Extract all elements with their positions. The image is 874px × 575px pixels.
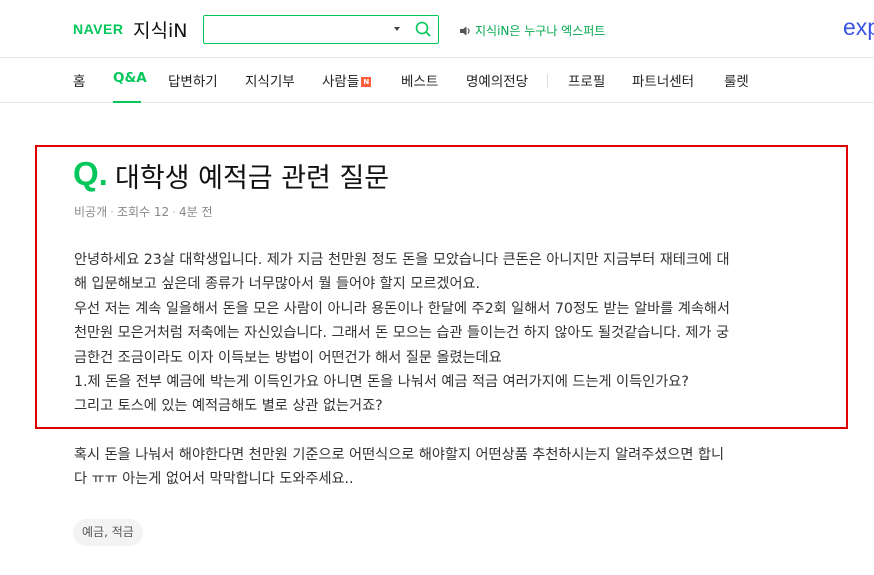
body-line: 그리고 토스에 있는 예적금해도 별로 상관 없는거죠?	[74, 398, 383, 415]
nav-divider	[547, 74, 548, 88]
notice-text: 지식iN은 누구나 엑스퍼트	[475, 24, 606, 38]
body-line: 천만원 모은거처럼 저축에는 자신있습니다. 그래서 돈 모으는 습관 들이는건…	[74, 325, 730, 342]
search-icon[interactable]	[413, 19, 433, 39]
nav-people-label: 사람들	[322, 74, 360, 90]
question-title: 대학생 예적금 관련 질문	[115, 163, 390, 194]
naver-logo[interactable]: NAVER	[73, 21, 123, 37]
nav-profile[interactable]: 프로필	[568, 70, 605, 90]
body-line: 우선 저는 계속 일을해서 돈을 모은 사람이 아니라 용돈이나 한달에 주2회…	[74, 300, 730, 317]
view-count: 조회수 12	[116, 205, 170, 219]
nav-best[interactable]: 베스트	[401, 70, 438, 90]
search-box	[203, 15, 439, 44]
nav-answer[interactable]: 답변하기	[168, 70, 218, 90]
question-meta: 비공개 · 조회수 12 · 4분 전	[74, 205, 213, 219]
nav-home[interactable]: 홈	[73, 70, 85, 90]
question-body-extra: 혹시 돈을 나눠서 해야한다면 천만원 기준으로 어떤식으로 해야할지 어떤상품…	[74, 443, 819, 492]
jisikin-logo[interactable]: 지식iN	[133, 16, 187, 43]
nav-active-indicator	[113, 101, 141, 103]
expert-logo[interactable]: exp	[843, 14, 874, 41]
body-line: 1.제 돈을 전부 예금에 박는게 이득인가요 아니면 돈을 나눠서 예금 적금…	[74, 374, 689, 391]
post-time: 4분 전	[179, 205, 213, 219]
nav-hall-of-fame[interactable]: 명예의전당	[466, 70, 528, 90]
body-line: 혹시 돈을 나눠서 해야한다면 천만원 기준으로 어떤식으로 해야할지 어떤상품…	[74, 447, 725, 463]
new-badge-icon: N	[361, 77, 372, 87]
expert-notice-link[interactable]: 지식iN은 누구나 엑스퍼트	[460, 22, 605, 39]
body-line: 다 ㅠㅠ 아는게 없어서 막막합니다 도와주세요..	[74, 471, 354, 488]
author: 비공개	[74, 205, 108, 219]
main-nav: 홈 Q&A 답변하기 지식기부 사람들 N 베스트 명예의전당 프로필 파트너센터…	[0, 59, 874, 103]
body-line: 해 입문해보고 싶은데 종류가 너무많아서 뭘 들어야 할지 모르겠어요.	[74, 276, 481, 293]
question-body: 안녕하세요 23살 대학생입니다. 제가 지금 천만원 정도 돈을 모았습니다 …	[74, 248, 819, 419]
tag-chip[interactable]: 예금, 적금	[73, 519, 143, 546]
speaker-icon	[460, 26, 471, 36]
header: NAVER 지식iN 지식iN은 누구나 엑스퍼트 exp	[0, 0, 874, 58]
nav-qna[interactable]: Q&A	[113, 70, 147, 86]
question-mark-icon: Q.	[73, 155, 108, 192]
body-line: 안녕하세요 23살 대학생입니다. 제가 지금 천만원 정도 돈을 모았습니다 …	[74, 252, 730, 268]
nav-people[interactable]: 사람들 N	[322, 70, 372, 90]
nav-partner-center[interactable]: 파트너센터	[632, 70, 694, 90]
body-line: 금한건 조금이라도 이자 이득보는 방법이 어떤건가 해서 질문 올렸는데요	[74, 349, 502, 366]
nav-donation[interactable]: 지식기부	[245, 70, 295, 90]
chevron-down-icon[interactable]	[394, 27, 400, 31]
search-input[interactable]	[210, 19, 390, 39]
nav-roulette[interactable]: 룰렛	[724, 70, 749, 90]
